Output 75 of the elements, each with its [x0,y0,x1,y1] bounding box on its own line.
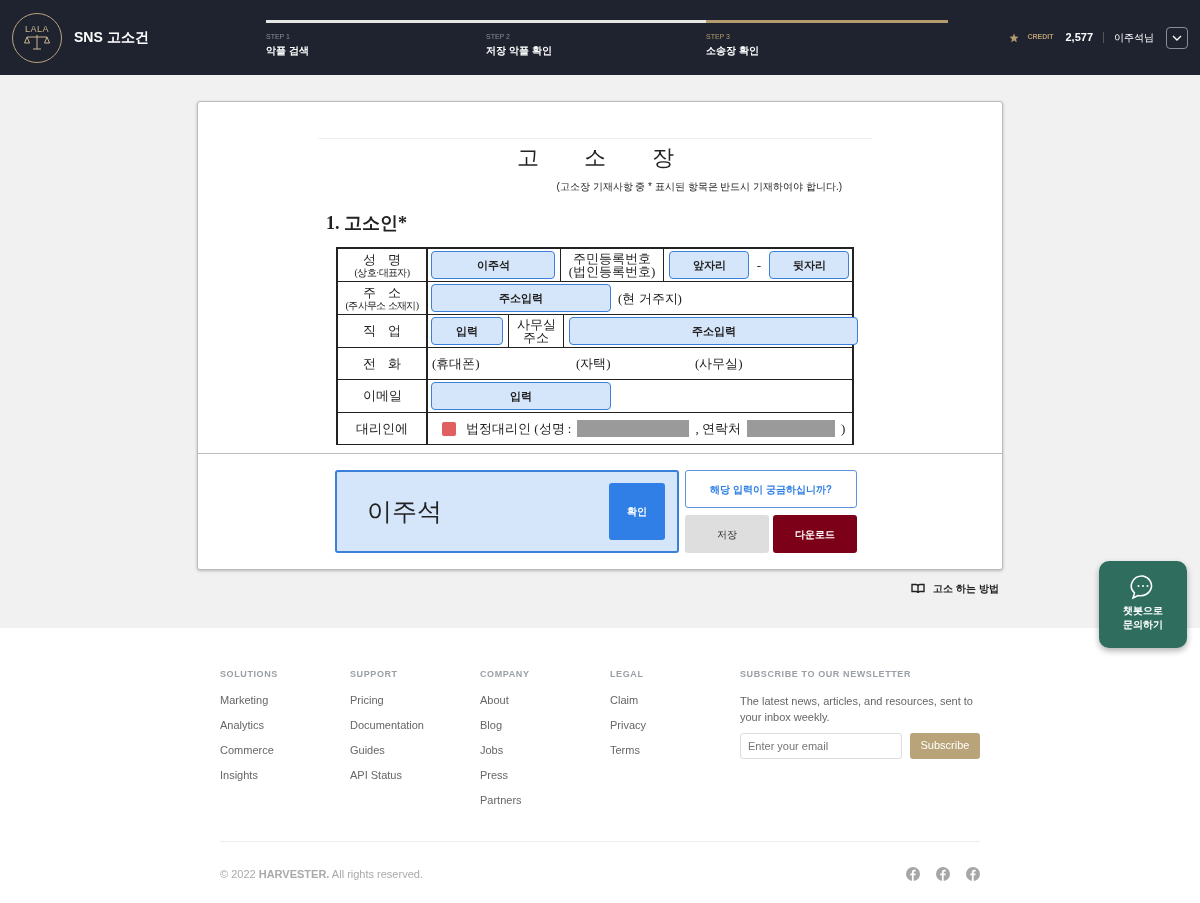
footer-link[interactable]: About [480,692,610,708]
confirm-button[interactable]: 확인 [609,483,665,540]
form-field-button[interactable]: 입력 [431,382,611,411]
footer-link[interactable]: Jobs [480,742,610,758]
row-label: 성 명 [363,252,401,268]
form-field-button[interactable]: 입력 [431,317,503,346]
footer-heading: SUPPORT [350,668,399,681]
cell-text: (현 거주지) [617,289,683,308]
dropdown-button[interactable] [1166,26,1188,49]
footer-link[interactable]: Pricing [350,692,480,708]
step-label: 저장 악플 확인 [486,44,553,58]
cell-text: (자택) [575,355,612,374]
row-label: (상호·대표자) [354,267,410,279]
document-title: 고 소 장 [515,145,675,172]
form-field-button[interactable]: 주소입력 [569,317,858,346]
newsletter-text: The latest news, articles, and resources, sent to your inbox weekly. [740,693,974,725]
square-marker-icon [442,421,456,436]
app-title: SNS 고소건 [74,28,150,47]
footer-link[interactable]: Commerce [220,742,350,758]
caret-icon [1172,34,1182,41]
form-field-button[interactable]: 이주석 [431,251,555,280]
user-name: 이주석님 [1114,31,1154,45]
footer-heading: LEGAL [610,668,645,681]
footer-heading: SOLUTIONS [220,668,279,681]
section-heading: 1. 고소인* [326,213,407,234]
chatbot-button[interactable]: 챗봇으로 문의하기 [1099,561,1187,648]
step-label: 소송장 확인 [706,44,760,58]
footer-link[interactable]: Marketing [220,692,350,708]
footer-link[interactable]: API Status [350,767,480,783]
footer-link[interactable]: Privacy [610,717,740,733]
help-button[interactable]: 해당 입력이 궁금하십니까? [685,470,857,508]
star-icon [1009,32,1020,43]
footer-link[interactable]: Partners [480,792,610,808]
form-field-button[interactable]: 뒷자리 [769,251,849,280]
row-label: 이메일 [362,389,402,404]
row-label: 주 소 [363,285,401,301]
copyright-text: © 2022 HARVESTER. All rights reserved. [220,866,423,882]
footer-link[interactable]: Documentation [350,717,480,733]
footer-heading: COMPANY [480,668,531,681]
answer-field[interactable]: 이주석 확인 [335,470,679,553]
cell-text: - [755,256,763,275]
footer-link[interactable]: Press [480,767,610,783]
cell-text: (휴대폰) [431,355,481,374]
cell-label: (법인등록번호) [568,265,656,280]
guide-link[interactable]: 고소 하는 방법 [933,581,999,596]
row-label: 대리인에 [356,421,408,437]
footer-heading: SUBSCRIBE TO OUR NEWSLETTER [740,668,913,681]
row-label: (주사무소 소재지) [345,300,419,312]
email-field[interactable]: Enter your email [740,732,902,759]
cell-text: (사무실) [694,355,744,374]
cell-text: ) [839,420,847,439]
download-button[interactable]: 다운로드 [773,515,857,553]
cell-text: , 연락처 [694,420,742,439]
cell-label: 주민등록번호 [573,251,651,266]
social-icon[interactable] [966,866,980,881]
footer-link[interactable]: Blog [480,717,610,733]
footer-link[interactable]: Claim [610,692,740,708]
step-label: 악플 검색 [266,44,310,58]
footer-link[interactable]: Guides [350,742,480,758]
credit-value: 2,577 [1065,30,1093,46]
book-icon [911,583,926,594]
social-icon[interactable] [936,866,950,881]
cell-label: 사무실 [516,317,556,332]
footer-link[interactable]: Insights [220,767,350,783]
footer-link[interactable]: Analytics [220,717,350,733]
row-label: 전 화 [363,356,401,372]
form-field-button[interactable]: 앞자리 [669,251,749,280]
social-icon[interactable] [906,866,920,881]
row-label: 직 업 [363,324,401,339]
cell-text: 법정대리인 (성명 : [465,420,573,439]
cell-label: 주소 [523,331,549,346]
footer-link[interactable]: Terms [610,742,740,758]
save-button[interactable]: 저장 [685,515,769,553]
form-field-button[interactable]: 주소입력 [431,284,611,313]
document-note: (고소장 기재사항 중 * 표시된 항목은 반드시 기재하여야 합니다.) [556,181,842,193]
